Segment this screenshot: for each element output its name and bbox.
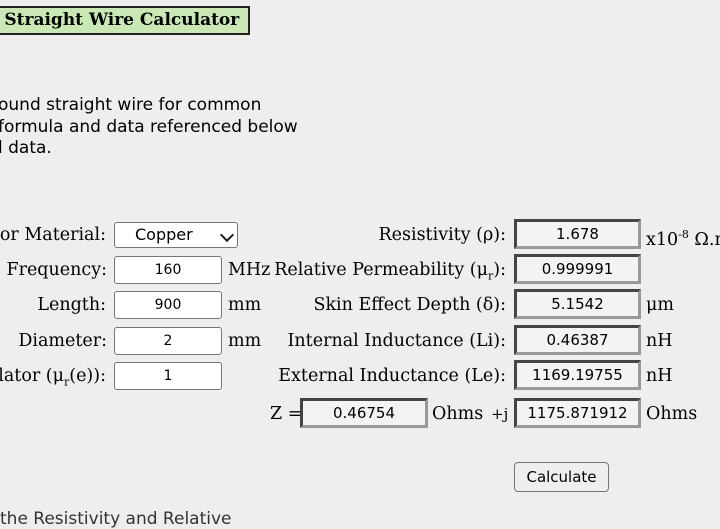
length-unit: mm xyxy=(228,295,262,315)
diameter-label: Diameter: xyxy=(18,331,107,351)
frequency-input[interactable]: 160 xyxy=(114,256,222,284)
resistivity-label: Resistivity (ρ): xyxy=(378,225,506,245)
description-line-1: ound straight wire for common xyxy=(0,95,262,115)
internal-inductance-output: 0.46387 xyxy=(514,325,641,355)
impedance-label: Z = xyxy=(270,404,303,424)
internal-inductance-unit: nH xyxy=(646,331,673,351)
resistivity-unit-exponent: -8 xyxy=(678,228,689,241)
internal-inductance-label: Internal Inductance (Li): xyxy=(287,331,507,351)
permeability-label-text: Relative Permeability (μ xyxy=(274,260,488,280)
insulator-label-text: lator (μ xyxy=(0,366,64,386)
impedance-imag-unit: Ohms xyxy=(646,404,698,424)
page-title: l Straight Wire Calculator xyxy=(0,6,250,35)
insulator-label-end: (e)): xyxy=(69,366,106,386)
insulator-label: lator (μr(e)): xyxy=(0,365,106,394)
chevron-down-icon xyxy=(219,227,235,243)
skin-depth-unit: μm xyxy=(646,295,674,315)
description-line-3: l data. xyxy=(0,138,52,158)
length-label: Length: xyxy=(37,295,106,315)
material-select[interactable]: Copper xyxy=(114,222,238,248)
permeability-output: 0.999991 xyxy=(514,254,641,284)
diameter-input[interactable]: 2 xyxy=(114,327,222,355)
length-input[interactable]: 900 xyxy=(114,291,222,319)
imaginary-j-label: +j xyxy=(491,405,509,423)
impedance-imag-output: 1175.871912 xyxy=(514,398,641,428)
frequency-unit: MHz xyxy=(228,260,271,280)
impedance-real-unit: Ohms xyxy=(432,404,484,424)
external-inductance-unit: nH xyxy=(646,366,673,386)
diameter-unit: mm xyxy=(228,331,262,351)
description-line-2: formula and data referenced below xyxy=(0,116,298,137)
footer-text-cut: the Resistivity and Relative xyxy=(0,509,232,529)
frequency-label: Frequency: xyxy=(6,260,107,280)
resistivity-unit-ohm-m: Ω.m xyxy=(694,229,720,250)
permeability-label-end: ): xyxy=(493,260,506,280)
permeability-label: Relative Permeability (μr): xyxy=(274,259,506,288)
external-inductance-label: External Inductance (Le): xyxy=(278,366,506,386)
resistivity-output: 1.678 xyxy=(514,219,641,249)
insulator-input[interactable]: 1 xyxy=(114,362,222,390)
calculate-button[interactable]: Calculate xyxy=(514,462,609,492)
skin-depth-output: 5.1542 xyxy=(514,289,641,319)
skin-depth-label: Skin Effect Depth (δ): xyxy=(313,295,506,315)
resistivity-unit-base: x10 xyxy=(646,229,679,250)
material-label: tor Material: xyxy=(0,225,106,245)
resistivity-unit: x10-8 Ω.m xyxy=(646,224,720,251)
material-selected-value: Copper xyxy=(135,225,193,244)
impedance-real-output: 0.46754 xyxy=(300,398,428,428)
external-inductance-output: 1169.19755 xyxy=(514,360,641,390)
description: ound straight wire for common formula an… xyxy=(0,95,298,160)
